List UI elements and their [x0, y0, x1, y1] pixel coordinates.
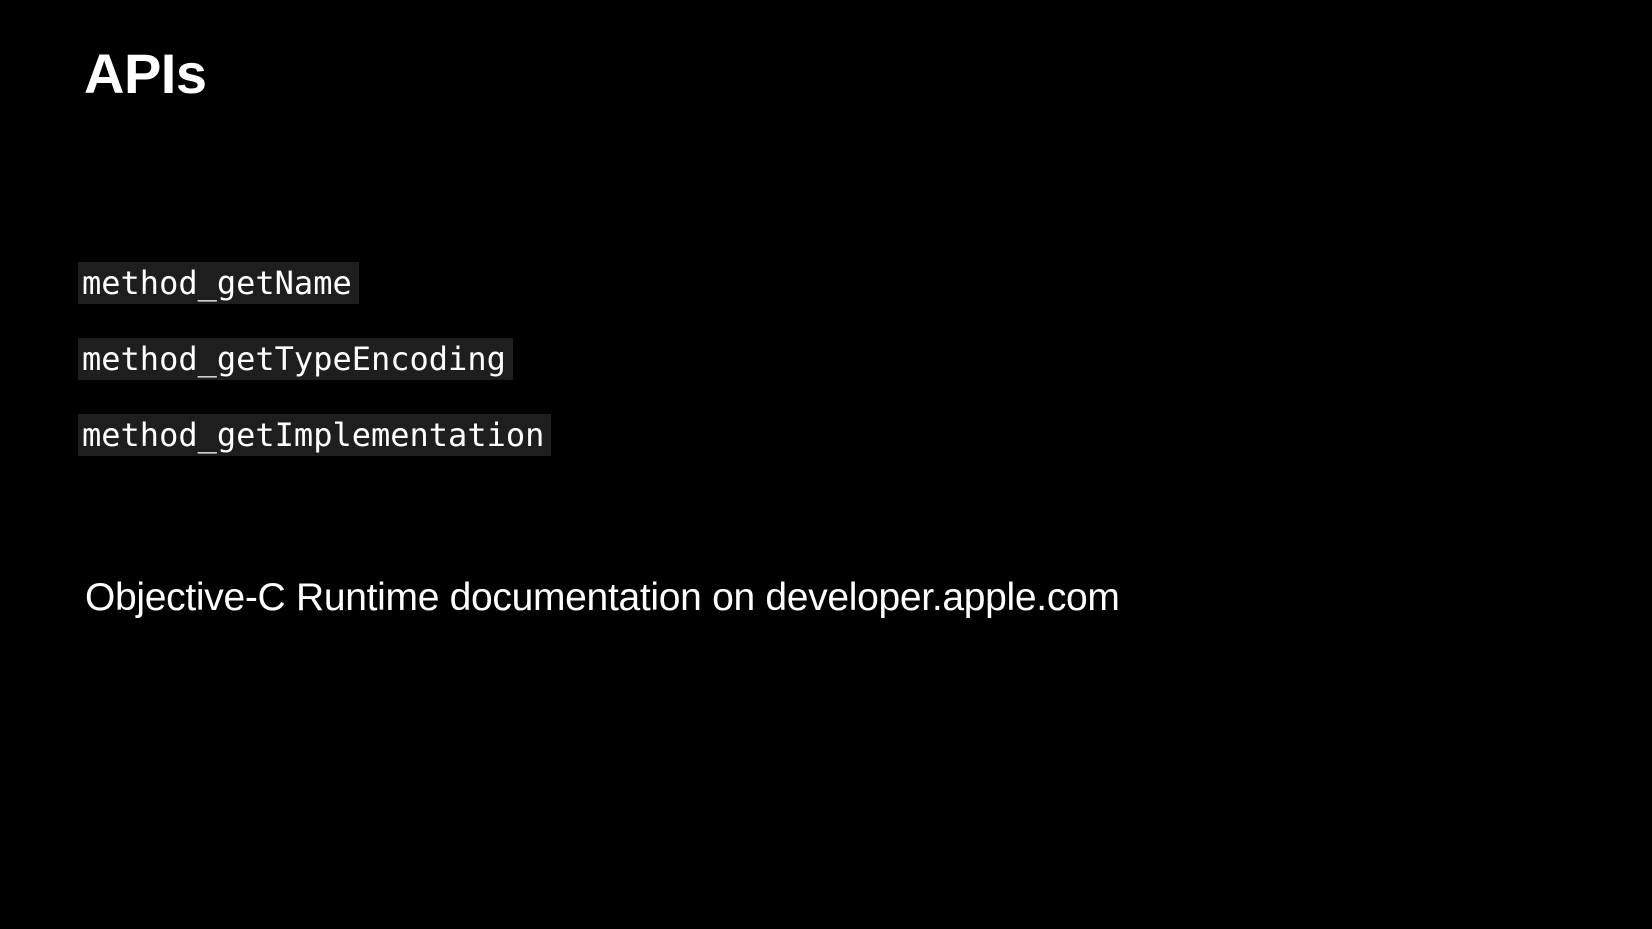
api-list: method_getName method_getTypeEncoding me… [78, 262, 552, 490]
api-list-item: method_getName [78, 262, 551, 338]
api-code-method-gettypeencoding: method_getTypeEncoding [78, 338, 513, 380]
api-code-method-getimplementation: method_getImplementation [78, 414, 552, 456]
slide-title: APIs [84, 42, 207, 105]
presentation-slide: APIs method_getName method_getTypeEncodi… [0, 0, 1652, 929]
api-code-method-getname: method_getName [78, 262, 359, 304]
documentation-reference: Objective-C Runtime documentation on dev… [85, 576, 1120, 619]
api-list-item: method_getImplementation [78, 414, 552, 490]
api-list-item: method_getTypeEncoding [78, 338, 551, 414]
